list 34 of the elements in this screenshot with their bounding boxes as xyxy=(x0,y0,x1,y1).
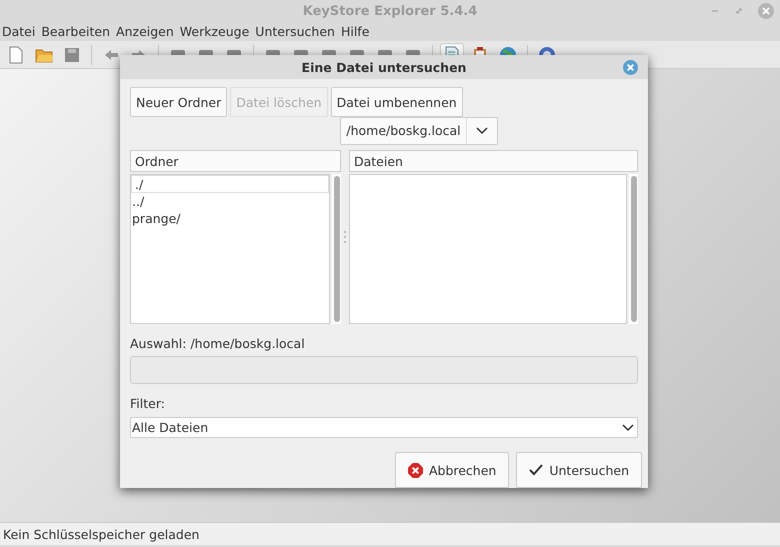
menu-item[interactable]: Bearbeiten xyxy=(41,24,110,39)
selection-label: Auswahl: /home/boskg.local xyxy=(130,336,306,352)
folder-item[interactable]: prange/ xyxy=(131,210,329,227)
column-header[interactable]: Dateien xyxy=(349,150,638,172)
status-text: Kein Schlüsselspeicher geladen xyxy=(3,526,200,542)
close-icon[interactable] xyxy=(758,3,774,19)
folder-item[interactable]: ./ xyxy=(131,175,329,193)
menu-item[interactable]: Datei xyxy=(2,24,36,39)
filter-dropdown[interactable]: Alle Dateien xyxy=(130,417,638,438)
chevron-down-icon xyxy=(476,127,488,135)
path-dropdown[interactable]: /home/boskg.local xyxy=(340,117,498,145)
examine-button[interactable]: Untersuchen xyxy=(516,452,642,488)
menu-item[interactable]: Werkzeuge xyxy=(180,24,250,39)
scrollbar[interactable] xyxy=(629,174,638,324)
close-icon[interactable] xyxy=(623,60,638,75)
menu-item[interactable]: Anzeigen xyxy=(116,24,174,39)
input-field[interactable] xyxy=(130,356,638,384)
checkmark-icon xyxy=(529,464,544,476)
splitter-handle[interactable] xyxy=(344,231,346,243)
column-header[interactable]: Ordner xyxy=(130,150,341,172)
action-button[interactable]: Neuer Ordner xyxy=(130,87,228,117)
new-file-icon[interactable] xyxy=(8,46,24,64)
filter-label: Filter: xyxy=(130,396,166,412)
cancel-icon xyxy=(408,462,423,478)
scrollbar[interactable] xyxy=(332,174,341,324)
window-title: KeyStore Explorer 5.4.4 xyxy=(302,4,478,18)
chevron-down-icon xyxy=(622,424,634,432)
action-button[interactable]: Datei umbenennen xyxy=(330,87,463,117)
folder-item[interactable]: ../ xyxy=(131,193,329,210)
menu-item[interactable]: Untersuchen xyxy=(255,24,335,39)
cancel-button[interactable]: Abbrechen xyxy=(394,452,510,488)
dialog-title: Eine Datei untersuchen xyxy=(302,60,466,74)
folder-icon[interactable] xyxy=(35,46,53,62)
menu-item[interactable]: Hilfe xyxy=(340,24,370,39)
